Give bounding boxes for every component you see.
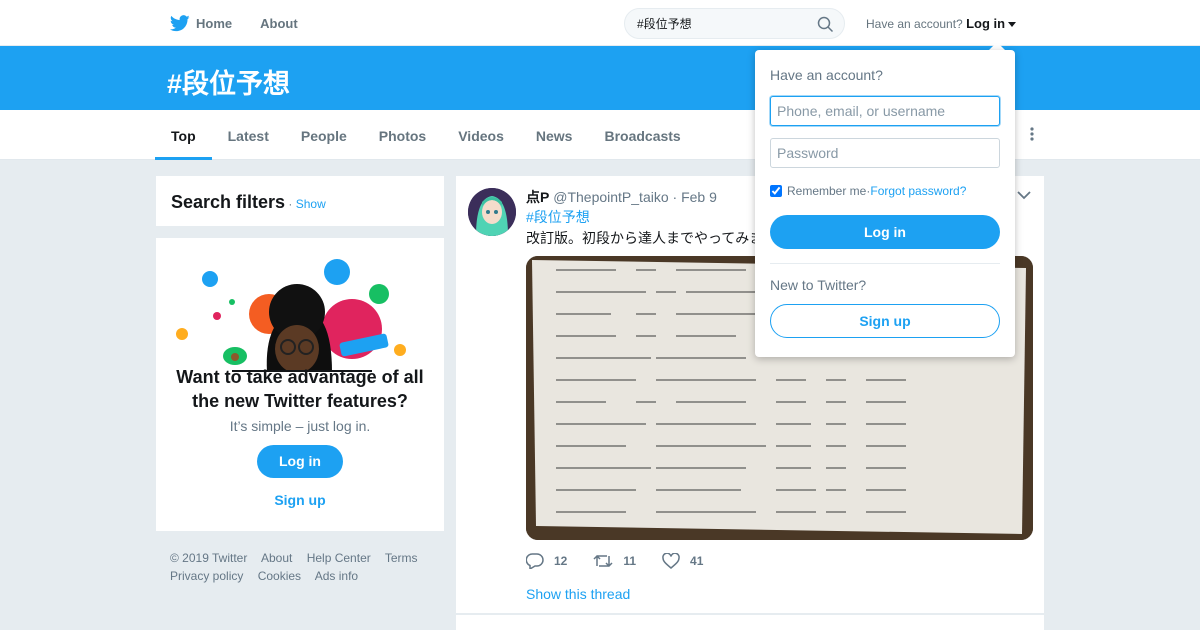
tab-top[interactable]: Top <box>155 110 212 160</box>
footer-ads-info-link[interactable]: Ads info <box>315 569 358 583</box>
home-link[interactable]: Home <box>170 14 233 32</box>
login-promo-card: Want to take advantage of all the new Tw… <box>156 238 444 531</box>
retweet-icon <box>593 554 613 568</box>
tab-people[interactable]: People <box>285 110 363 160</box>
search-filters-heading: Search filters · Show <box>171 192 326 213</box>
twitter-bird-icon <box>170 14 190 31</box>
tweet-text: 改訂版。初段から達人までやってみま <box>526 230 764 246</box>
separator-dot: · <box>285 197 296 211</box>
remember-me-row: Remember me · Forgot password? <box>770 184 966 198</box>
promo-login-button[interactable]: Log in <box>257 445 343 478</box>
search-input[interactable] <box>637 16 817 30</box>
tweet-author-name[interactable]: 点P <box>526 189 549 205</box>
footer-cookies-link[interactable]: Cookies <box>258 569 301 583</box>
remember-me-checkbox[interactable] <box>770 185 782 197</box>
login-dropdown: Have an account? Remember me · Forgot pa… <box>755 50 1015 357</box>
chevron-down-icon[interactable] <box>1017 190 1031 200</box>
forgot-password-link[interactable]: Forgot password? <box>870 184 966 198</box>
tab-broadcasts[interactable]: Broadcasts <box>588 110 696 160</box>
search-header-banner: #段位予想 <box>0 46 1200 110</box>
tab-latest[interactable]: Latest <box>212 110 285 160</box>
promo-illustration <box>176 259 406 372</box>
reply-button[interactable]: 12 <box>526 553 567 569</box>
top-navigation-bar: Home About Have an account? Log in <box>0 0 1200 46</box>
tab-news[interactable]: News <box>520 110 589 160</box>
reply-count: 12 <box>554 554 568 568</box>
separator-dot: · <box>668 189 682 205</box>
dropdown-caret <box>989 42 1005 50</box>
avatar[interactable] <box>468 188 516 236</box>
retweet-count: 11 <box>623 554 637 568</box>
tab-photos[interactable]: Photos <box>363 110 442 160</box>
footer-links: © 2019 Twitter About Help Center Terms P… <box>170 549 440 585</box>
search-box <box>624 8 845 39</box>
new-to-twitter-text: New to Twitter? <box>770 277 867 293</box>
retweet-button[interactable]: 11 <box>593 553 636 569</box>
tweet-actions: 12 11 41 <box>526 553 729 569</box>
password-field[interactable] <box>770 138 1000 168</box>
tweet-hashtag[interactable]: #段位予想 <box>526 207 590 227</box>
tweet-header: 点P @ThepointP_taiko · Feb 9 <box>526 187 717 207</box>
tab-videos[interactable]: Videos <box>442 110 520 160</box>
account-prompt: Have an account? Log in <box>866 16 1017 31</box>
promo-signup-link[interactable]: Sign up <box>156 492 444 508</box>
signup-button[interactable]: Sign up <box>770 304 1000 338</box>
footer-terms-link[interactable]: Terms <box>385 551 418 565</box>
search-filters-title: Search filters <box>171 192 286 212</box>
remember-me-label[interactable]: Remember me <box>787 184 866 198</box>
about-link[interactable]: About <box>260 16 298 31</box>
tweet-author-handle[interactable]: @ThepointP_taiko <box>553 189 668 205</box>
show-filters-link[interactable]: Show <box>296 197 326 211</box>
nav-links: Home About <box>170 0 326 46</box>
username-field[interactable] <box>770 96 1000 126</box>
login-button[interactable]: Log in <box>770 215 1000 249</box>
page-title: #段位予想 <box>167 69 291 99</box>
like-button[interactable]: 41 <box>662 553 703 569</box>
avatar-image <box>468 188 516 236</box>
search-filters-card: Search filters · Show <box>156 176 444 226</box>
footer-about-link[interactable]: About <box>261 551 292 565</box>
promo-subtext: It’s simple – just log in. <box>229 418 371 434</box>
footer-privacy-link[interactable]: Privacy policy <box>170 569 243 583</box>
show-thread-link[interactable]: Show this thread <box>526 586 630 602</box>
reply-icon <box>526 553 544 569</box>
next-tweet[interactable] <box>456 614 1044 630</box>
have-account-text: Have an account? <box>866 17 963 31</box>
footer-help-center-link[interactable]: Help Center <box>307 551 371 565</box>
tabs: Top Latest People Photos Videos News Bro… <box>155 110 697 160</box>
divider <box>770 263 1000 264</box>
more-options-icon[interactable] <box>1026 126 1038 142</box>
tweet-timestamp[interactable]: Feb 9 <box>681 189 717 205</box>
search-icon[interactable] <box>817 16 834 33</box>
caret-down-icon[interactable] <box>1008 22 1017 28</box>
login-dropdown-toggle[interactable]: Log in <box>966 16 1005 31</box>
dropdown-title: Have an account? <box>770 67 883 83</box>
home-label: Home <box>196 15 233 31</box>
like-count: 41 <box>690 554 704 568</box>
promo-heading: Want to take advantage of all the new Tw… <box>176 367 424 411</box>
heart-icon <box>662 553 680 569</box>
search-tabs-bar: Top Latest People Photos Videos News Bro… <box>0 110 1200 160</box>
footer-copyright: © 2019 Twitter <box>170 551 248 565</box>
